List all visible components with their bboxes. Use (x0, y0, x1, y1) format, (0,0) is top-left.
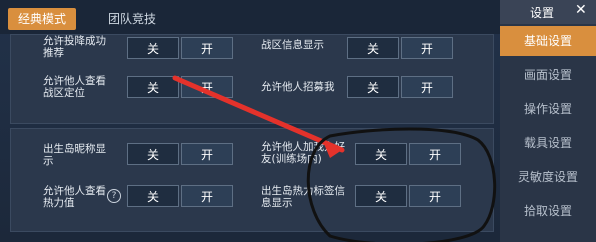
setting-label: 出生岛昵称显 示 (43, 143, 106, 167)
settings-panel-1: 允许投降成功 推荐 关 开 战区信息显示 关 开 允许他人查看 战区定位 关 开… (10, 34, 494, 124)
setting-toggle-1: 关 开 (347, 37, 453, 59)
toggle-on-button[interactable]: 开 (401, 76, 453, 98)
sidebar-header: 设置 ✕ (500, 0, 596, 24)
info-icon[interactable]: ? (107, 189, 121, 203)
close-icon[interactable]: ✕ (575, 2, 587, 18)
toggle-off-button[interactable]: 关 (127, 76, 179, 98)
toggle-on-button[interactable]: 开 (409, 143, 461, 165)
setting-toggle-2: 关 开 (127, 76, 233, 98)
setting-label: 允许他人加我为好 友(训练场内) (261, 141, 345, 165)
toggle-off-button[interactable]: 关 (127, 185, 179, 207)
setting-label: 允许他人招募我 (261, 81, 335, 93)
setting-toggle-5: 关 开 (355, 143, 461, 165)
toggle-on-button[interactable]: 开 (181, 37, 233, 59)
toggle-on-button[interactable]: 开 (401, 37, 453, 59)
setting-toggle-3: 关 开 (347, 76, 453, 98)
toggle-on-button[interactable]: 开 (181, 143, 233, 165)
toggle-off-button[interactable]: 关 (347, 37, 399, 59)
setting-label: 允许投降成功 推荐 (43, 35, 106, 59)
setting-label: 允许他人查看 热力值 (43, 185, 106, 209)
toggle-off-button[interactable]: 关 (127, 37, 179, 59)
setting-label: 战区信息显示 (261, 39, 324, 51)
toggle-off-button[interactable]: 关 (355, 143, 407, 165)
toggle-off-button[interactable]: 关 (355, 185, 407, 207)
toggle-on-button[interactable]: 开 (181, 185, 233, 207)
setting-toggle-0: 关 开 (127, 37, 233, 59)
setting-toggle-6: 关 开 (127, 185, 233, 207)
tab-classic-mode[interactable]: 经典模式 (8, 8, 76, 30)
setting-label: 允许他人查看 战区定位 (43, 75, 106, 99)
toggle-on-button[interactable]: 开 (181, 76, 233, 98)
sidebar-item-controls[interactable]: 操作设置 (500, 94, 596, 124)
mode-tabs: 经典模式 团队竞技 (0, 0, 500, 34)
sidebar-item-vehicle[interactable]: 载具设置 (500, 128, 596, 158)
sidebar-item-pickup[interactable]: 拾取设置 (500, 196, 596, 226)
setting-label: 出生岛热力标签信 息显示 (261, 185, 345, 209)
toggle-on-button[interactable]: 开 (409, 185, 461, 207)
sidebar-item-basic[interactable]: 基础设置 (500, 26, 596, 56)
setting-toggle-4: 关 开 (127, 143, 233, 165)
setting-toggle-7: 关 开 (355, 185, 461, 207)
tab-team-deathmatch[interactable]: 团队竞技 (98, 8, 166, 30)
sidebar-title: 设置 (530, 6, 555, 20)
settings-panel-2: 出生岛昵称显 示 关 开 允许他人加我为好 友(训练场内) 关 开 允许他人查看… (10, 128, 494, 232)
toggle-off-button[interactable]: 关 (347, 76, 399, 98)
toggle-off-button[interactable]: 关 (127, 143, 179, 165)
sidebar-item-sensitivity[interactable]: 灵敏度设置 (500, 162, 596, 192)
settings-sidebar: 设置 ✕ 基础设置 画面设置 操作设置 载具设置 灵敏度设置 拾取设置 (500, 0, 596, 242)
sidebar-item-graphics[interactable]: 画面设置 (500, 60, 596, 90)
